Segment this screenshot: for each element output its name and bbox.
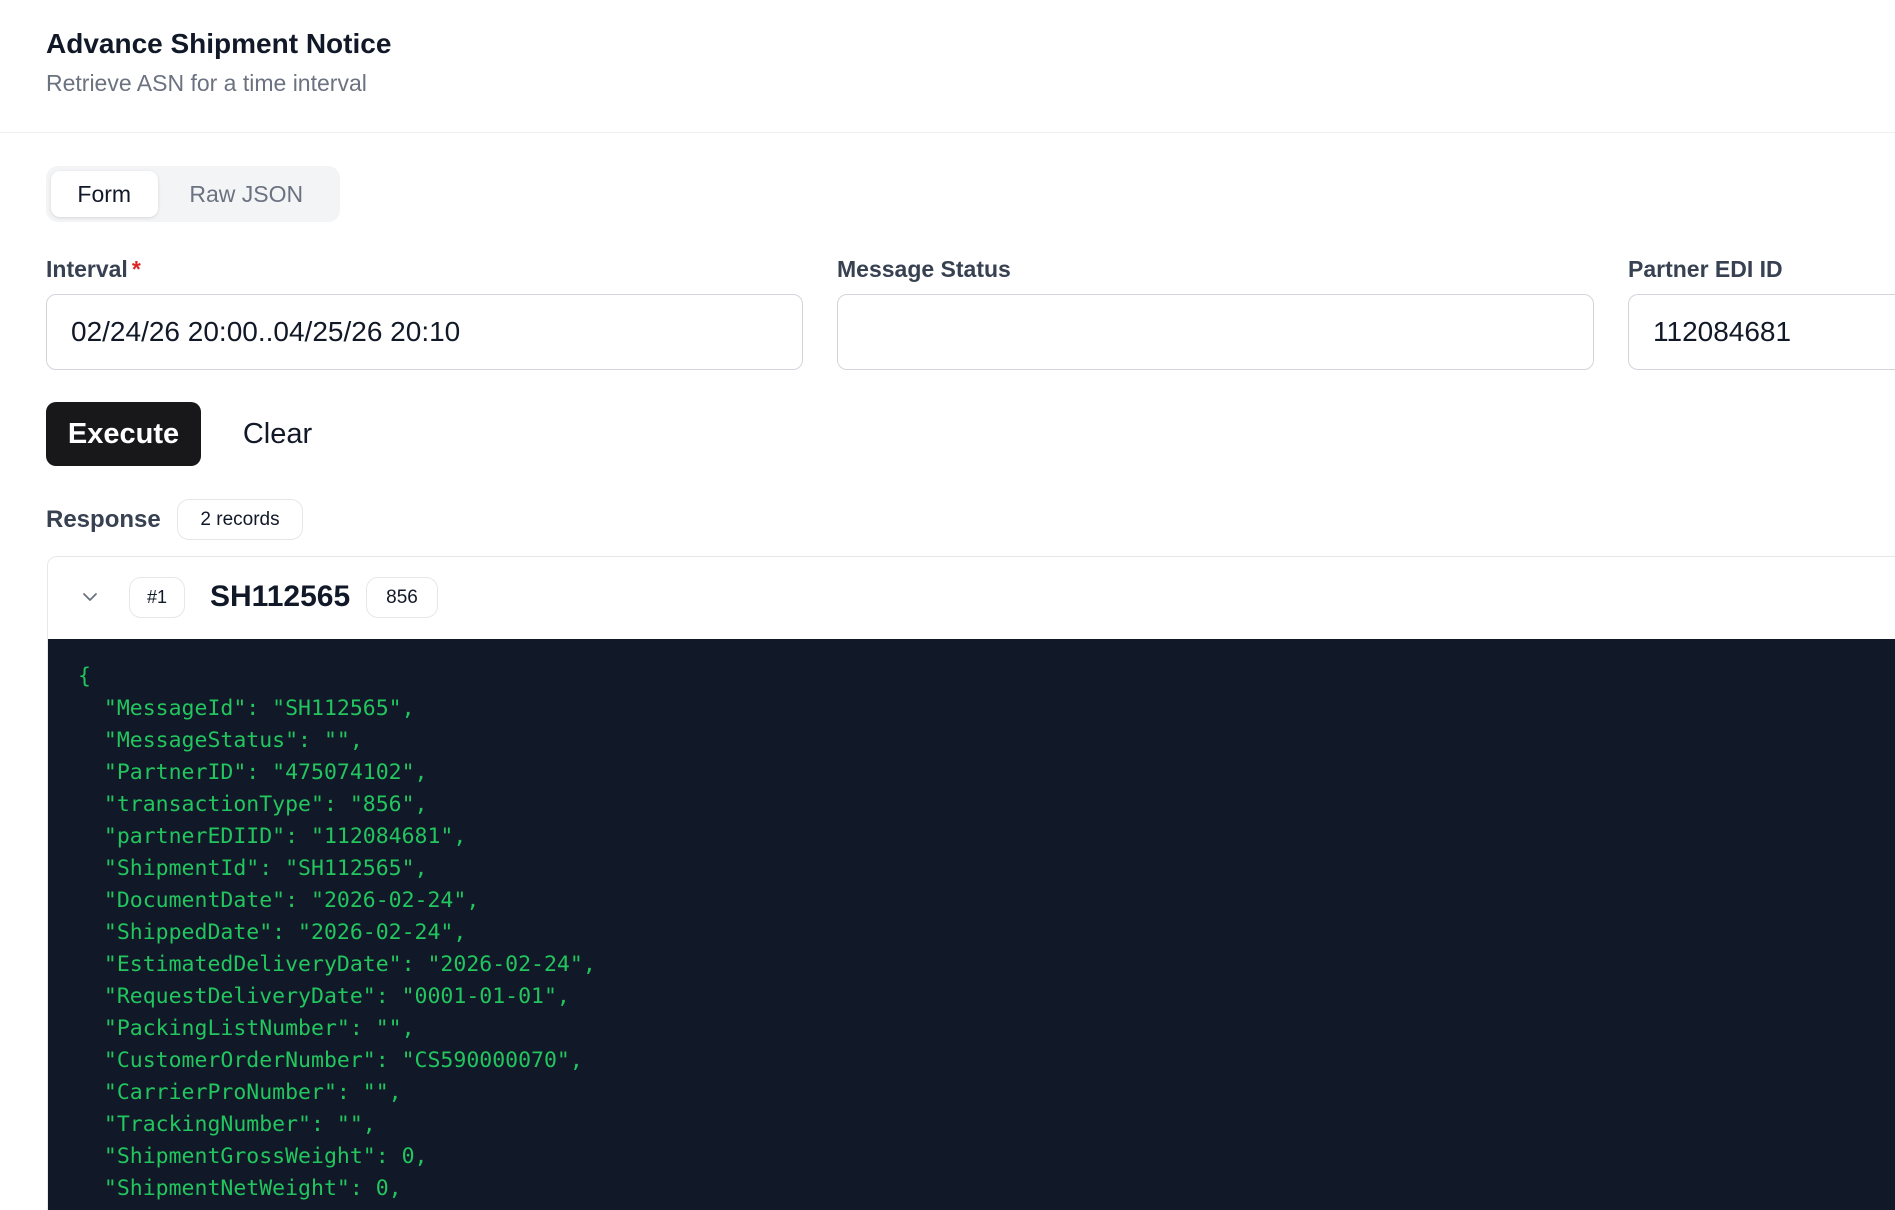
json-line: "MessageStatus": "", bbox=[78, 728, 363, 753]
tab-form[interactable]: Form bbox=[51, 171, 158, 217]
interval-input[interactable] bbox=[46, 294, 803, 370]
record-id: SH112565 bbox=[210, 580, 351, 613]
tab-raw-json[interactable]: Raw JSON bbox=[158, 171, 336, 217]
json-line: "ShipmentId": "SH112565", bbox=[78, 856, 428, 881]
json-line: "CustomerOrderNumber": "CS590000070", bbox=[78, 1048, 583, 1073]
json-line: "ShippedDate": "2026-02-24", bbox=[78, 920, 467, 945]
chevron-down-icon[interactable] bbox=[80, 587, 100, 607]
json-line: "ShipmentNetWeight": 0, bbox=[78, 1176, 402, 1201]
partner-edi-id-input[interactable] bbox=[1628, 294, 1895, 370]
json-line: "PackingListNumber": "", bbox=[78, 1016, 415, 1041]
message-status-label: Message Status bbox=[837, 256, 1011, 282]
interval-label-text: Interval bbox=[46, 256, 128, 282]
json-line: "transactionType": "856", bbox=[78, 792, 428, 817]
json-line: "ShipmentGrossWeight": 0, bbox=[78, 1144, 428, 1169]
record-card: #1 SH112565 856 { "MessageId": "SH112565… bbox=[47, 556, 1895, 1210]
execute-button[interactable]: Execute bbox=[46, 402, 201, 466]
page-header: Advance Shipment Notice Retrieve ASN for… bbox=[0, 0, 1895, 133]
json-line: "partnerEDIID": "112084681", bbox=[78, 824, 467, 849]
transaction-type-badge: 856 bbox=[366, 577, 438, 618]
json-line: "RequestDeliveryDate": "0001-01-01", bbox=[78, 984, 570, 1009]
interval-label: Interval * bbox=[46, 256, 141, 283]
partner-edi-id-label: Partner EDI ID bbox=[1628, 256, 1783, 282]
json-line: { bbox=[78, 664, 91, 689]
json-line: "EstimatedDeliveryDate": "2026-02-24", bbox=[78, 952, 596, 977]
message-status-input[interactable] bbox=[837, 294, 1594, 370]
page-subtitle: Retrieve ASN for a time interval bbox=[46, 70, 367, 96]
json-line: "PartnerID": "475074102", bbox=[78, 760, 428, 785]
record-count-badge: 2 records bbox=[177, 499, 303, 540]
mode-tabs: Form Raw JSON bbox=[46, 166, 340, 222]
json-code-block: { "MessageId": "SH112565", "MessageStatu… bbox=[48, 639, 1895, 1210]
record-index-badge: #1 bbox=[129, 577, 185, 618]
page-title: Advance Shipment Notice bbox=[46, 28, 392, 59]
required-mark: * bbox=[131, 256, 141, 282]
json-line: "MessageId": "SH112565", bbox=[78, 696, 415, 721]
record-header[interactable]: #1 SH112565 856 bbox=[48, 557, 1895, 639]
json-line: "DocumentDate": "2026-02-24", bbox=[78, 888, 480, 913]
response-label: Response bbox=[46, 506, 161, 533]
json-line: "CarrierProNumber": "", bbox=[78, 1080, 402, 1105]
json-line: "TrackingNumber": "", bbox=[78, 1112, 376, 1137]
clear-button[interactable]: Clear bbox=[230, 402, 325, 466]
